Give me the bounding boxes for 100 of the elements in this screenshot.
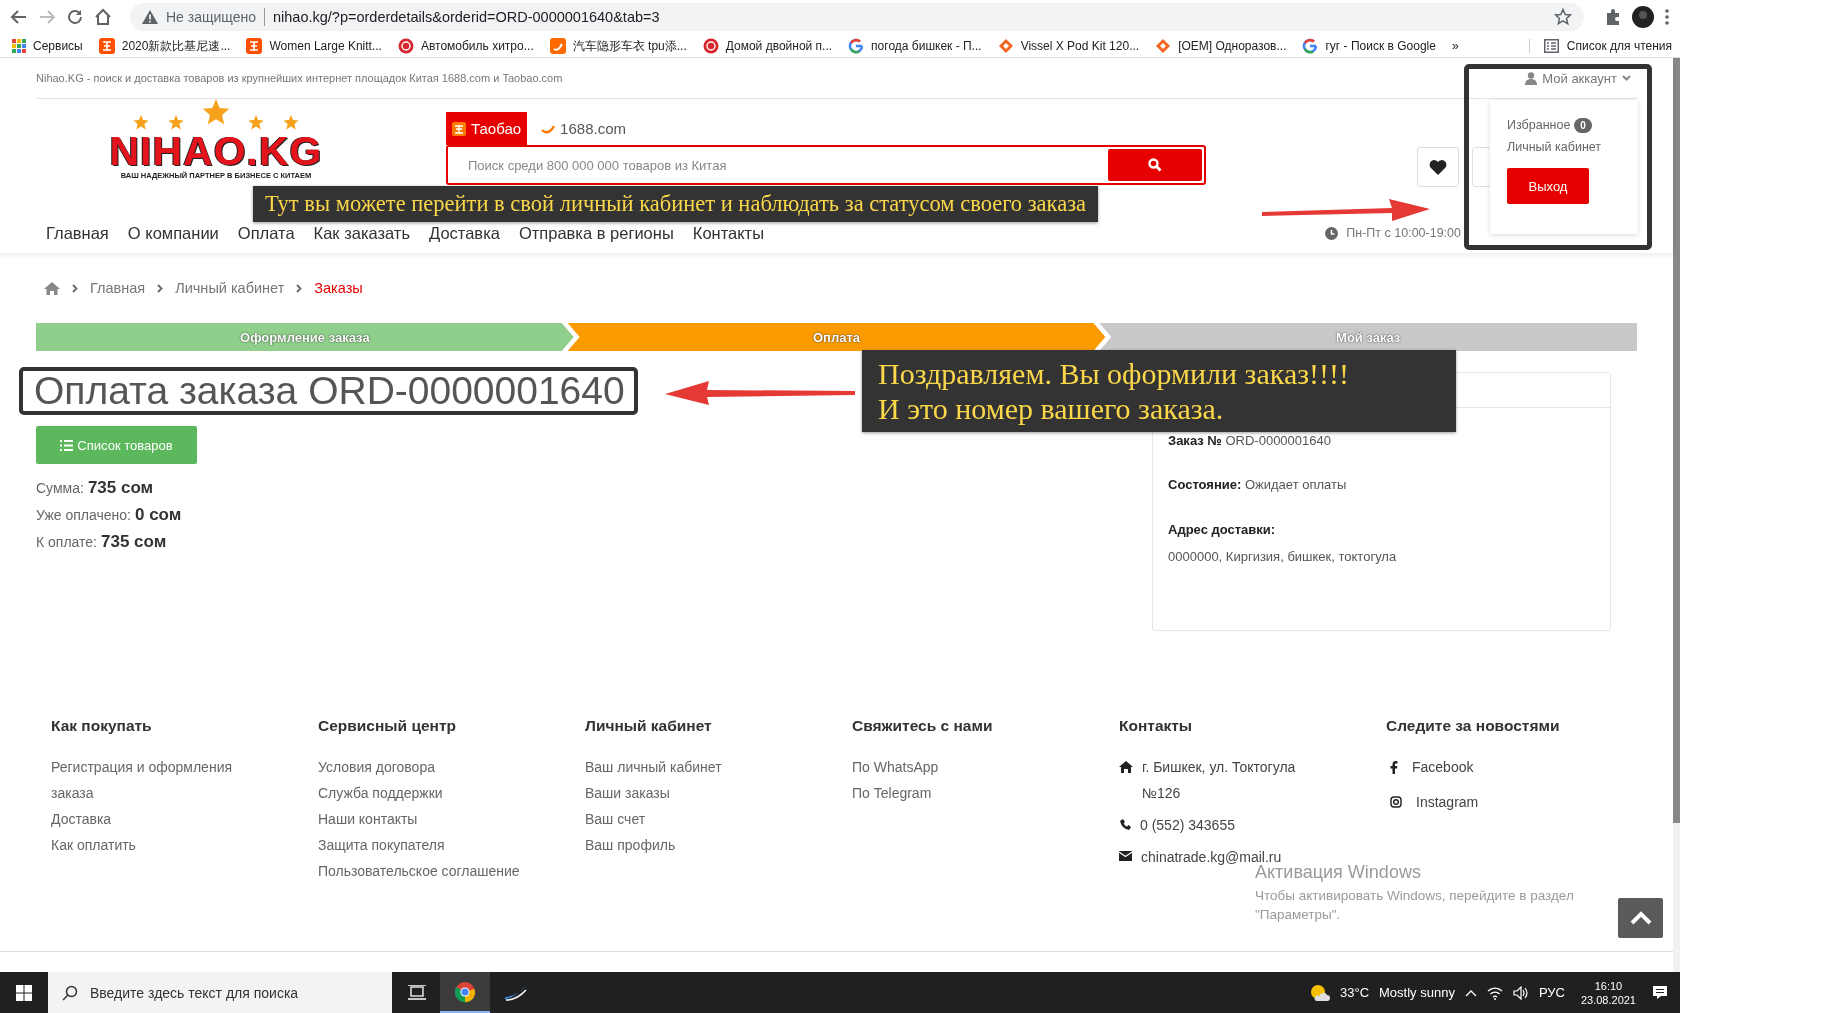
logo-wordmark: NIHAO.KG xyxy=(109,133,323,169)
overflow-chevron[interactable]: » xyxy=(1451,39,1459,53)
bookmark[interactable]: Сервисы xyxy=(12,39,83,53)
favorites-button[interactable] xyxy=(1417,147,1459,187)
bookmark[interactable]: гуг - Поиск в Google xyxy=(1302,38,1436,54)
back-arrow-icon[interactable] xyxy=(10,8,28,26)
footer-link[interactable]: Ваш счет xyxy=(585,806,852,832)
bookmark[interactable]: Women Large Knitt... xyxy=(246,38,382,54)
search-source-tab[interactable]: 1688.com xyxy=(535,112,632,145)
language-indicator[interactable]: РУС xyxy=(1538,985,1565,1000)
footer-heading: Сервисный центр xyxy=(318,717,457,736)
scrollbar-thumb[interactable] xyxy=(1673,58,1680,823)
envelope-icon xyxy=(1119,851,1132,861)
search-icon xyxy=(1148,158,1162,172)
wifi-icon[interactable] xyxy=(1486,985,1503,1000)
activation-text: Чтобы активировать Windows, перейдите в раздел "Параметры". xyxy=(1255,887,1575,924)
bookmark[interactable]: Автомобиль хитро... xyxy=(397,38,534,54)
info-line: Состояние: Ожидает оплаты xyxy=(1167,476,1348,494)
footer-link[interactable]: Пользовательское соглашение xyxy=(318,858,585,884)
footer-link[interactable]: По Telegram xyxy=(852,780,1119,806)
nav-link[interactable]: Отправка в регионы xyxy=(518,223,674,243)
bookmark[interactable]: Vissel X Pod Kit 120... xyxy=(997,38,1140,54)
facebook-f-icon xyxy=(1390,761,1398,774)
nav-link[interactable]: Доставка xyxy=(429,223,500,243)
search-icon xyxy=(62,984,78,1001)
reading-list-button[interactable]: Список для чтения xyxy=(1528,39,1672,53)
home-icon[interactable] xyxy=(44,281,60,295)
bookmark[interactable]: [OEM] Одноразов... xyxy=(1155,38,1287,54)
footer-link[interactable]: Наши контакты xyxy=(318,806,585,832)
clock-icon xyxy=(1325,226,1339,240)
nav-link[interactable]: Оплата xyxy=(237,223,295,243)
favicon-icon xyxy=(848,38,865,54)
footer-link[interactable]: Служба поддержки xyxy=(318,780,585,806)
address-bar[interactable]: Не защищено nihao.kg/?p=orderdetails&orderid=ORD-0000001640&tab=3 xyxy=(130,3,1584,31)
chevron-right-icon xyxy=(296,283,303,293)
total-value: 735 сом xyxy=(101,531,167,552)
logout-button[interactable]: Выход xyxy=(1507,168,1589,204)
search-field[interactable]: Поиск среди 800 000 000 товаров из Китая xyxy=(446,145,1206,185)
footer-heading: Контакты xyxy=(1119,717,1194,736)
footer-link[interactable]: Ваш профиль xyxy=(585,832,852,858)
footer-link[interactable]: По WhatsApp xyxy=(852,754,1119,780)
footer-link[interactable]: Facebook xyxy=(1412,754,1597,780)
progress-step: Оплата xyxy=(567,323,1106,351)
user-icon xyxy=(1525,71,1538,85)
home-icon[interactable] xyxy=(94,8,112,26)
footer-link[interactable]: Instagram xyxy=(1416,789,1601,815)
breadcrumb-link[interactable]: Главная xyxy=(90,280,146,296)
favicon-icon xyxy=(397,38,414,54)
progress-step: Оформление заказа xyxy=(36,323,574,351)
heart-icon xyxy=(1429,159,1447,175)
task-view-icon[interactable] xyxy=(408,984,426,1001)
account-menu-button[interactable]: Мой аккаунт xyxy=(1525,70,1631,86)
taskbar-search-field[interactable]: Введите здесь текст для поиска xyxy=(48,972,392,1013)
chevron-up-icon[interactable] xyxy=(1464,988,1477,997)
bookmark[interactable]: 2020新款比基尼速... xyxy=(98,37,231,55)
chevron-down-icon xyxy=(1622,75,1631,81)
search-placeholder: Введите здесь текст для поиска xyxy=(90,984,299,1001)
order-title: Оплата заказа ORD-0000001640 xyxy=(34,371,625,411)
menu-label: Избранное xyxy=(1507,118,1571,132)
footer-heading: Следите за новостями xyxy=(1386,717,1561,736)
windows-start-icon[interactable] xyxy=(16,984,32,1001)
footer-link[interactable]: Как оплатить xyxy=(51,832,266,858)
footer-link[interactable]: Доставка xyxy=(51,806,266,832)
bookmark[interactable]: 汽车隐形车衣 tpu添... xyxy=(549,37,687,55)
footer-link[interactable]: г. Бишкек, ул. Токтогула №126 xyxy=(1142,754,1327,806)
footer-link[interactable]: Ваши заказы xyxy=(585,780,852,806)
footer-heading: Свяжитесь с нами xyxy=(852,717,994,736)
nav-link[interactable]: О компании xyxy=(127,223,219,243)
footer-link[interactable]: Защита покупателя xyxy=(318,832,585,858)
nav-link[interactable]: Как заказать xyxy=(313,223,411,243)
footer-link[interactable]: 0 (552) 343655 xyxy=(1140,812,1325,838)
count-badge: 0 xyxy=(1574,117,1592,133)
speaker-icon[interactable] xyxy=(1512,985,1529,1000)
nav-link[interactable]: Контакты xyxy=(692,223,765,243)
bookmark[interactable]: Домой двойной п... xyxy=(702,38,833,54)
temperature: 33°C xyxy=(1339,985,1369,1000)
puzzle-icon[interactable] xyxy=(1604,8,1622,26)
security-label: Не защищено xyxy=(166,9,256,25)
favicon-icon xyxy=(997,38,1014,54)
list-icon xyxy=(60,439,74,451)
avatar-icon[interactable] xyxy=(1632,6,1654,28)
scroll-to-top-button[interactable] xyxy=(1618,898,1663,938)
nav-link[interactable]: Главная xyxy=(46,223,109,243)
favorites-menu-item[interactable]: Избранное 0 xyxy=(1507,114,1638,136)
bookmark[interactable]: погода бишкек - П... xyxy=(848,38,982,54)
reload-icon[interactable] xyxy=(66,8,84,26)
breadcrumb-link[interactable]: Личный кабинет xyxy=(175,280,285,296)
notifications-icon[interactable] xyxy=(1652,985,1668,1000)
footer-link[interactable]: Регистрация и оформления заказа xyxy=(51,754,266,806)
search-source-tab[interactable]: Таобао xyxy=(446,112,528,145)
more-menu-icon[interactable] xyxy=(1664,8,1670,26)
url-text: nihao.kg/?p=orderdetails&orderid=ORD-0000001640&tab=3 xyxy=(273,9,661,25)
star-icon[interactable] xyxy=(1554,8,1572,26)
cabinet-menu-item[interactable]: Личный кабинет xyxy=(1507,136,1638,158)
clock[interactable]: 16:10 23.08.2021 xyxy=(1580,978,1636,1007)
search-button[interactable] xyxy=(1108,149,1202,181)
taskbar-app[interactable] xyxy=(440,972,490,1013)
footer-link[interactable]: Условия договора xyxy=(318,754,585,780)
annotation-note: Поздравляем. Вы оформили заказ!!!! И это номер вашего заказа. xyxy=(862,350,1456,432)
footer-link[interactable]: Ваш личный кабинет xyxy=(585,754,852,780)
